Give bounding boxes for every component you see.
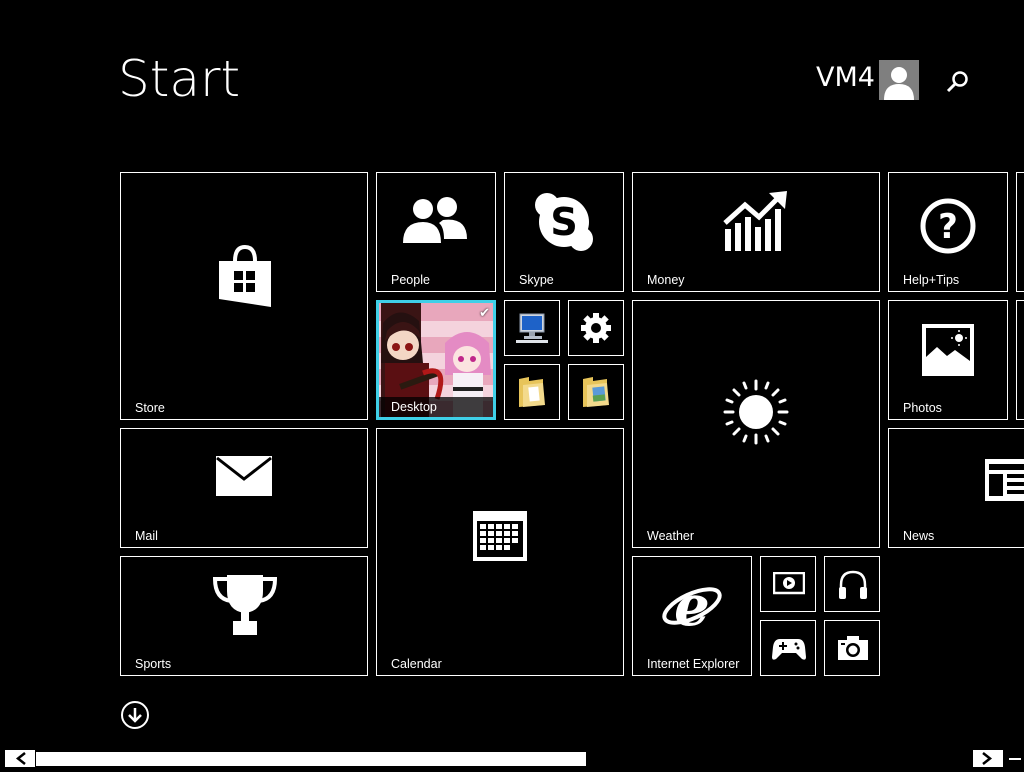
- folder-documents-icon: [519, 377, 545, 407]
- tile-mail[interactable]: Mail: [120, 428, 368, 548]
- scroll-left-button[interactable]: [5, 750, 35, 767]
- headphones-icon: [839, 570, 867, 599]
- picture-icon: [922, 324, 974, 376]
- tile-internet-explorer[interactable]: e Internet Explorer: [632, 556, 752, 676]
- gamepad-icon: [772, 639, 806, 660]
- search-icon: [946, 71, 968, 93]
- tile-label: Weather: [647, 529, 695, 543]
- tile-help-tips[interactable]: ? Help+Tips: [888, 172, 1008, 292]
- user-icon: [884, 67, 914, 100]
- video-icon: [773, 572, 805, 595]
- tile-label: Mail: [135, 529, 158, 543]
- arrow-down-circle-icon: [121, 701, 149, 729]
- tile-photos[interactable]: Photos: [888, 300, 1008, 420]
- tile-label: People: [391, 273, 430, 287]
- tile-weather[interactable]: Weather: [632, 300, 880, 548]
- search-button[interactable]: [944, 68, 972, 96]
- chevron-right-icon: [982, 752, 993, 765]
- tile-sports[interactable]: Sports: [120, 556, 368, 676]
- tile-desktop[interactable]: ✔ Desktop: [376, 300, 496, 420]
- skype-icon: S: [535, 193, 593, 251]
- tile-partial-right-top[interactable]: [1016, 172, 1024, 292]
- newspaper-icon: [985, 459, 1024, 501]
- tile-label: Skype: [519, 273, 554, 287]
- tile-label: Sports: [135, 657, 172, 671]
- tile-label: News: [903, 529, 935, 543]
- tile-money[interactable]: Money: [632, 172, 880, 292]
- envelope-icon: [216, 456, 272, 496]
- computer-icon: [516, 313, 548, 343]
- gear-icon: [581, 313, 611, 343]
- question-icon: ?: [920, 198, 976, 254]
- tile-music[interactable]: [824, 556, 880, 612]
- svg-text:S: S: [550, 200, 577, 244]
- all-apps-button[interactable]: [120, 700, 150, 730]
- tile-label: Photos: [903, 401, 942, 415]
- tile-camera[interactable]: [824, 620, 880, 676]
- tile-pc-settings[interactable]: [568, 300, 624, 356]
- scroll-thumb[interactable]: [36, 752, 586, 766]
- tile-pictures[interactable]: [568, 364, 624, 420]
- chevron-left-icon: [15, 752, 26, 765]
- calendar-icon: [473, 511, 527, 561]
- tile-label: Calendar: [391, 657, 442, 671]
- page-title: Start: [118, 50, 241, 108]
- tile-calendar[interactable]: Calendar: [376, 428, 624, 676]
- tile-store[interactable]: Store: [120, 172, 368, 420]
- trophy-icon: [213, 575, 277, 635]
- tile-partial-right-mid[interactable]: [1016, 300, 1024, 420]
- chart-up-icon: [723, 191, 787, 251]
- tile-this-pc[interactable]: [504, 300, 560, 356]
- tile-games[interactable]: [760, 620, 816, 676]
- tile-label: Money: [647, 273, 685, 287]
- svg-text:?: ?: [938, 207, 958, 247]
- store-bag-icon: [219, 245, 271, 307]
- tile-label: Help+Tips: [903, 273, 960, 287]
- people-icon: [403, 197, 467, 243]
- tile-label: Internet Explorer: [647, 657, 740, 671]
- tile-people[interactable]: People: [376, 172, 496, 292]
- scroll-track[interactable]: [36, 752, 968, 766]
- zoom-out-button[interactable]: [1009, 758, 1021, 760]
- user-name[interactable]: VM4: [816, 62, 875, 93]
- horizontal-scrollbar[interactable]: [0, 750, 1008, 768]
- tile-news[interactable]: News: [888, 428, 1024, 548]
- folder-pictures-icon: [583, 377, 609, 407]
- tile-skype[interactable]: S Skype: [504, 172, 624, 292]
- tile-documents[interactable]: [504, 364, 560, 420]
- internet-explorer-icon: e: [662, 575, 722, 637]
- selected-check-icon: ✔: [479, 305, 490, 320]
- avatar[interactable]: [879, 60, 919, 100]
- camera-icon: [838, 636, 868, 660]
- svg-text:e: e: [674, 575, 710, 637]
- tile-video[interactable]: [760, 556, 816, 612]
- tile-label: Store: [135, 401, 165, 415]
- tile-label: Desktop: [391, 400, 437, 414]
- sun-icon: [723, 379, 789, 445]
- scroll-right-button[interactable]: [973, 750, 1003, 767]
